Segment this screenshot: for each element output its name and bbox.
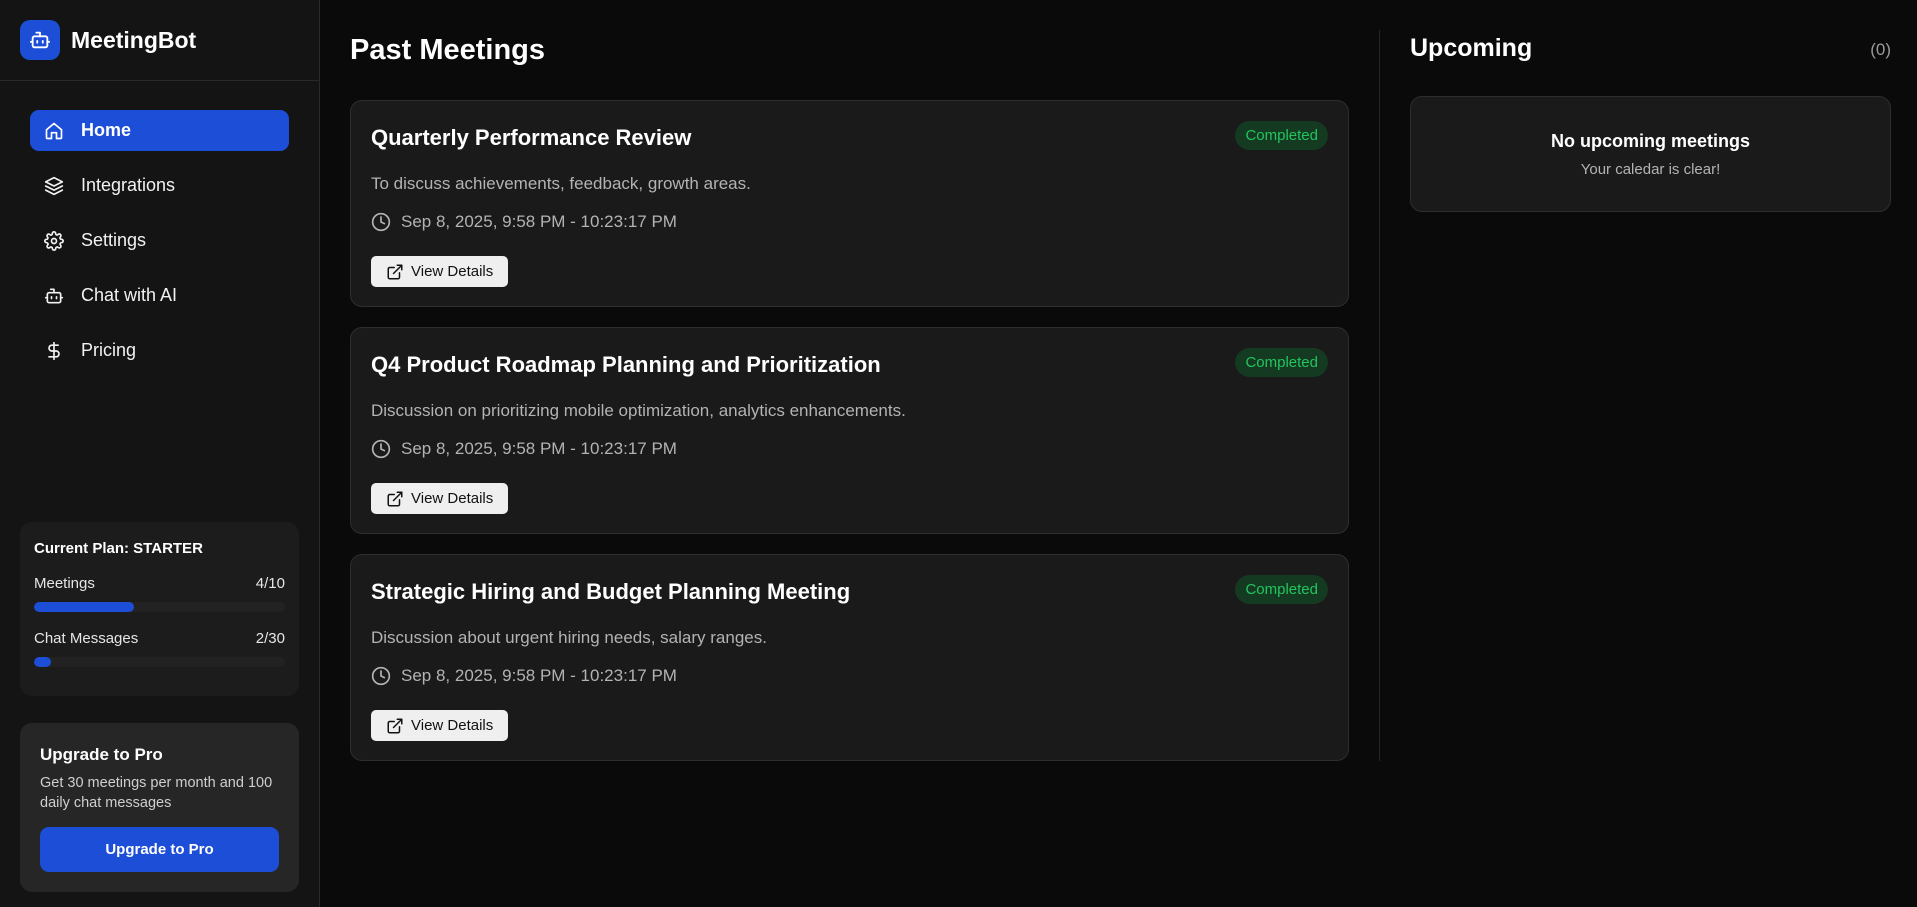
meeting-time-text: Sep 8, 2025, 9:58 PM - 10:23:17 PM xyxy=(401,212,677,231)
chat-usage-label: Chat Messages xyxy=(34,630,139,647)
meeting-title: Strategic Hiring and Budget Planning Mee… xyxy=(371,579,851,604)
upcoming-title: Upcoming xyxy=(1410,34,1533,62)
robot-icon xyxy=(44,286,64,306)
meeting-card: Strategic Hiring and Budget Planning Mee… xyxy=(350,554,1349,761)
sidebar-item-integrations[interactable]: Integrations xyxy=(30,165,289,206)
robot-icon xyxy=(20,20,60,60)
meeting-time: Sep 8, 2025, 9:58 PM - 10:23:17 PM xyxy=(371,666,677,686)
chat-progress-fill xyxy=(34,657,51,667)
upgrade-card: Upgrade to Pro Get 30 meetings per month… xyxy=(20,723,299,892)
status-badge: Completed xyxy=(1235,121,1328,150)
sidebar-item-pricing[interactable]: Pricing xyxy=(30,330,289,371)
external-link-icon xyxy=(386,717,404,735)
meeting-title: Q4 Product Roadmap Planning and Prioriti… xyxy=(371,352,881,377)
meetings-usage-row: Meetings 4/10 xyxy=(34,575,285,592)
layers-icon xyxy=(44,176,64,196)
view-details-label: View Details xyxy=(411,490,494,507)
external-link-icon xyxy=(386,490,404,508)
view-details-label: View Details xyxy=(411,263,494,280)
empty-state-subtitle: Your caledar is clear! xyxy=(1580,160,1721,178)
chat-usage-value: 2/30 xyxy=(255,630,285,647)
clock-icon xyxy=(371,212,391,232)
sidebar-item-label: Home xyxy=(81,120,132,140)
upgrade-description: Get 30 meetings per month and 100 daily … xyxy=(40,775,273,811)
meeting-time-text: Sep 8, 2025, 9:58 PM - 10:23:17 PM xyxy=(401,439,677,458)
meeting-card: Q4 Product Roadmap Planning and Prioriti… xyxy=(350,327,1349,534)
plan-usage-card: Current Plan: STARTER Meetings 4/10 Chat… xyxy=(20,522,299,696)
chat-usage-row: Chat Messages 2/30 xyxy=(34,630,285,647)
plan-title: Current Plan: STARTER xyxy=(34,540,203,557)
meeting-time: Sep 8, 2025, 9:58 PM - 10:23:17 PM xyxy=(371,439,677,459)
meeting-description: Discussion about urgent hiring needs, sa… xyxy=(371,628,767,647)
meeting-time: Sep 8, 2025, 9:58 PM - 10:23:17 PM xyxy=(371,212,677,232)
upcoming-count: (0) xyxy=(1870,40,1891,59)
sidebar-item-label: Settings xyxy=(81,230,147,250)
chat-progress-bar xyxy=(34,657,285,667)
meeting-title: Quarterly Performance Review xyxy=(371,125,692,150)
upgrade-button[interactable]: Upgrade to Pro xyxy=(40,827,279,872)
clock-icon xyxy=(371,439,391,459)
sidebar-item-label: Chat with AI xyxy=(81,285,178,305)
home-icon xyxy=(44,121,64,141)
empty-state-title: No upcoming meetings xyxy=(1550,130,1750,151)
sidebar: MeetingBot Home Integrations Settings Ch… xyxy=(0,0,320,907)
dollar-icon xyxy=(44,341,64,361)
column-divider xyxy=(1379,30,1380,761)
meetings-progress-fill xyxy=(34,602,135,612)
status-badge: Completed xyxy=(1235,348,1328,377)
main-content: Past Meetings Quarterly Performance Revi… xyxy=(320,0,1917,907)
sidebar-item-settings[interactable]: Settings xyxy=(30,220,289,261)
external-link-icon xyxy=(386,263,404,281)
meeting-description: Discussion on prioritizing mobile optimi… xyxy=(371,401,906,420)
sidebar-item-home[interactable]: Home xyxy=(30,110,289,151)
view-details-button[interactable]: View Details xyxy=(371,710,509,741)
sidebar-nav: Home Integrations Settings Chat with AI … xyxy=(0,81,319,371)
status-badge: Completed xyxy=(1235,575,1328,604)
meetings-usage-value: 4/10 xyxy=(255,575,285,592)
brand-name: MeetingBot xyxy=(71,26,197,53)
sidebar-item-chat-with-ai[interactable]: Chat with AI xyxy=(30,275,289,316)
sidebar-item-label: Integrations xyxy=(81,175,176,195)
brand-header: MeetingBot xyxy=(0,0,319,81)
upgrade-title: Upgrade to Pro xyxy=(40,745,163,764)
clock-icon xyxy=(371,666,391,686)
meetings-usage-label: Meetings xyxy=(34,575,95,592)
meeting-card: Quarterly Performance Review Completed T… xyxy=(350,100,1349,307)
view-details-label: View Details xyxy=(411,717,494,734)
page-title: Past Meetings xyxy=(350,34,545,66)
meeting-time-text: Sep 8, 2025, 9:58 PM - 10:23:17 PM xyxy=(401,666,677,685)
gear-icon xyxy=(44,230,64,251)
upcoming-empty-card: No upcoming meetings Your caledar is cle… xyxy=(1410,96,1891,212)
sidebar-item-label: Pricing xyxy=(81,340,137,360)
meeting-description: To discuss achievements, feedback, growt… xyxy=(371,174,751,193)
meetings-progress-bar xyxy=(34,602,285,612)
view-details-button[interactable]: View Details xyxy=(371,256,509,287)
view-details-button[interactable]: View Details xyxy=(371,483,509,514)
